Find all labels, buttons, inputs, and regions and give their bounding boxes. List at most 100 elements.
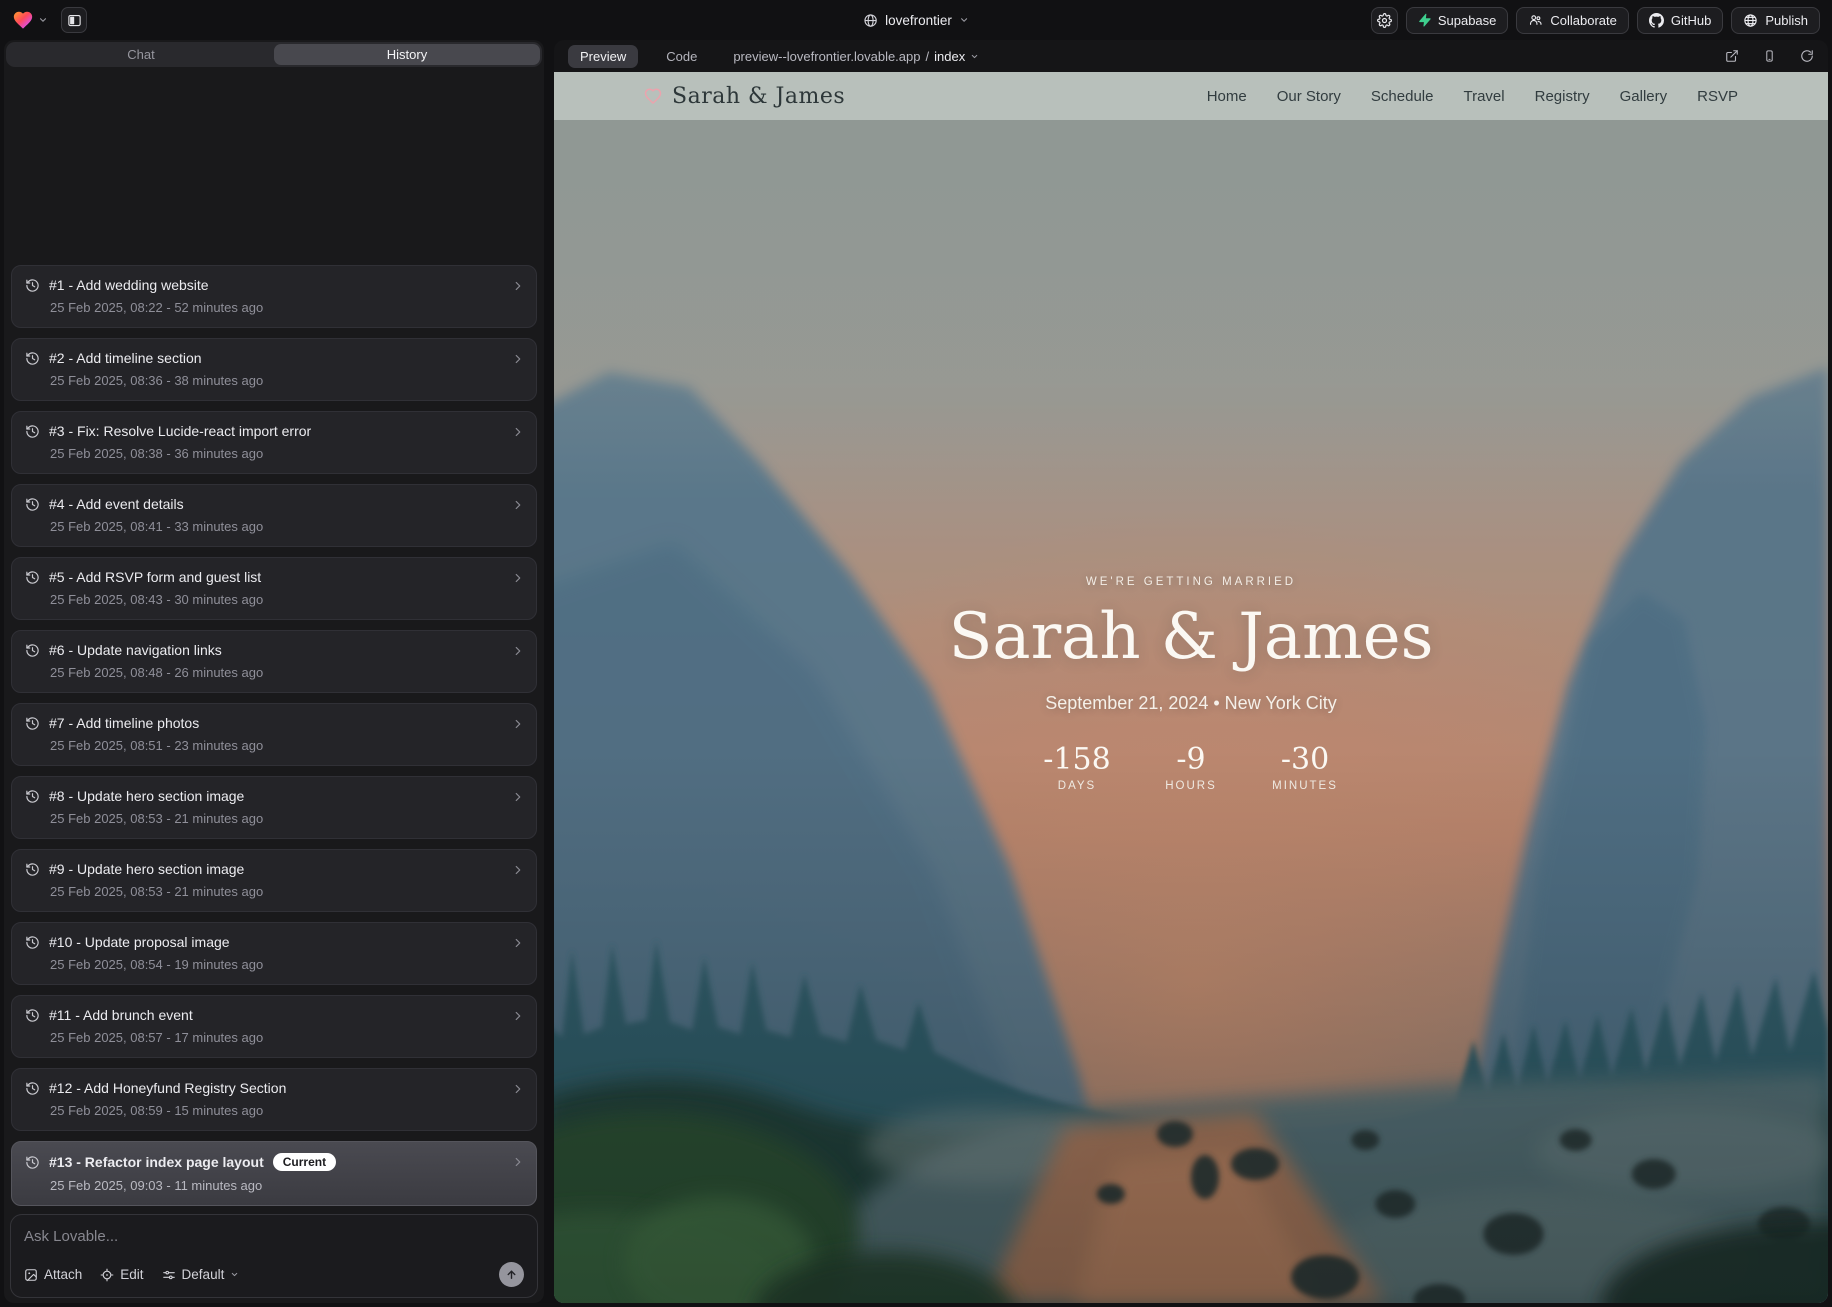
- chat-history-panel: Chat History #1 - Add wedding website 25…: [4, 40, 544, 1303]
- refresh-icon[interactable]: [1800, 49, 1814, 63]
- chevron-right-icon: [511, 936, 525, 950]
- history-item[interactable]: #13 - Refactor index page layout Current…: [11, 1141, 537, 1206]
- preview-toolbar: Preview Code preview--lovefrontier.lovab…: [554, 40, 1828, 72]
- nav-link-rsvp[interactable]: RSVP: [1697, 88, 1738, 105]
- history-item-timestamp: 25 Feb 2025, 08:57 - 17 minutes ago: [50, 1030, 502, 1045]
- chevron-right-icon: [511, 863, 525, 877]
- arrow-up-icon: [505, 1268, 518, 1281]
- history-item[interactable]: #1 - Add wedding website 25 Feb 2025, 08…: [11, 265, 537, 328]
- history-item-title: #11 - Add brunch event: [49, 1007, 193, 1023]
- chevron-right-icon: [511, 717, 525, 731]
- nav-link-our-story[interactable]: Our Story: [1277, 88, 1341, 105]
- globe-icon: [863, 13, 878, 28]
- publish-label: Publish: [1765, 13, 1808, 28]
- edit-select-button[interactable]: Edit: [100, 1267, 143, 1282]
- attach-button[interactable]: Attach: [24, 1267, 82, 1282]
- nav-link-home[interactable]: Home: [1207, 88, 1247, 105]
- history-icon: [25, 643, 40, 658]
- site-logo[interactable]: Sarah & James: [644, 84, 845, 109]
- history-item[interactable]: #6 - Update navigation links 25 Feb 2025…: [11, 630, 537, 693]
- tab-code[interactable]: Code: [654, 45, 709, 68]
- history-item-timestamp: 25 Feb 2025, 08:53 - 21 minutes ago: [50, 811, 502, 826]
- history-item[interactable]: #10 - Update proposal image 25 Feb 2025,…: [11, 922, 537, 985]
- history-item-title: #7 - Add timeline photos: [49, 715, 199, 731]
- wedding-site-preview: Sarah & James Home Our Story Schedule Trave…: [554, 72, 1828, 1303]
- github-icon: [1649, 13, 1664, 28]
- collaborate-button[interactable]: Collaborate: [1516, 7, 1629, 34]
- settings-button[interactable]: [1371, 7, 1398, 34]
- history-item[interactable]: #3 - Fix: Resolve Lucide-react import er…: [11, 411, 537, 474]
- chevron-right-icon: [511, 644, 525, 658]
- users-icon: [1528, 13, 1543, 27]
- composer: Attach Edit: [10, 1214, 538, 1298]
- history-item[interactable]: #11 - Add brunch event 25 Feb 2025, 08:5…: [11, 995, 537, 1058]
- history-item[interactable]: #2 - Add timeline section 25 Feb 2025, 0…: [11, 338, 537, 401]
- countdown-cell: -158DAYS: [1041, 742, 1113, 792]
- history-item-timestamp: 25 Feb 2025, 08:48 - 26 minutes ago: [50, 665, 502, 680]
- chevron-right-icon: [511, 1082, 525, 1096]
- nav-link-registry[interactable]: Registry: [1535, 88, 1590, 105]
- history-icon: [25, 716, 40, 731]
- gear-icon: [1377, 13, 1392, 28]
- crosshair-icon: [100, 1268, 114, 1282]
- preview-url[interactable]: preview--lovefrontier.lovable.app / inde…: [733, 49, 979, 64]
- history-icon: [25, 789, 40, 804]
- history-icon: [25, 570, 40, 585]
- github-button[interactable]: GitHub: [1637, 7, 1723, 34]
- history-item-title: #1 - Add wedding website: [49, 277, 209, 293]
- project-switcher[interactable]: lovefrontier: [863, 0, 969, 40]
- url-host: preview--lovefrontier.lovable.app: [733, 49, 920, 64]
- history-item-timestamp: 25 Feb 2025, 09:03 - 11 minutes ago: [50, 1178, 502, 1193]
- history-item-title: #12 - Add Honeyfund Registry Section: [49, 1080, 286, 1096]
- history-item[interactable]: #7 - Add timeline photos 25 Feb 2025, 08…: [11, 703, 537, 766]
- history-item[interactable]: #5 - Add RSVP form and guest list 25 Feb…: [11, 557, 537, 620]
- hero-eyebrow: WE'RE GETTING MARRIED: [741, 576, 1641, 588]
- tab-preview[interactable]: Preview: [568, 45, 638, 68]
- lovable-logo-menu[interactable]: [12, 9, 48, 31]
- tab-chat[interactable]: Chat: [8, 44, 274, 65]
- history-item-timestamp: 25 Feb 2025, 08:38 - 36 minutes ago: [50, 446, 502, 461]
- project-name: lovefrontier: [885, 13, 952, 28]
- nav-link-travel[interactable]: Travel: [1463, 88, 1504, 105]
- history-icon: [25, 1081, 40, 1096]
- publish-button[interactable]: Publish: [1731, 7, 1820, 34]
- history-item-title: #5 - Add RSVP form and guest list: [49, 569, 261, 585]
- open-external-icon[interactable]: [1725, 49, 1739, 63]
- history-item-timestamp: 25 Feb 2025, 08:59 - 15 minutes ago: [50, 1103, 502, 1118]
- nav-link-gallery[interactable]: Gallery: [1620, 88, 1668, 105]
- tab-history[interactable]: History: [274, 44, 540, 65]
- mode-select[interactable]: Default: [162, 1267, 240, 1282]
- supabase-button[interactable]: Supabase: [1406, 7, 1509, 34]
- nav-link-schedule[interactable]: Schedule: [1371, 88, 1434, 105]
- chevron-down-icon: [38, 15, 48, 25]
- mobile-view-icon[interactable]: [1763, 49, 1776, 63]
- hero-title: Sarah & James: [741, 604, 1641, 671]
- history-item-title: #3 - Fix: Resolve Lucide-react import er…: [49, 423, 311, 439]
- history-item[interactable]: #9 - Update hero section image 25 Feb 20…: [11, 849, 537, 912]
- preview-panel: Preview Code preview--lovefrontier.lovab…: [554, 40, 1828, 1303]
- history-item-title: #8 - Update hero section image: [49, 788, 244, 804]
- history-list: #1 - Add wedding website 25 Feb 2025, 08…: [4, 67, 544, 1210]
- send-button[interactable]: [499, 1262, 524, 1287]
- history-item-timestamp: 25 Feb 2025, 08:36 - 38 minutes ago: [50, 373, 502, 388]
- history-item-title: #10 - Update proposal image: [49, 934, 230, 950]
- chevron-right-icon: [511, 352, 525, 366]
- history-item[interactable]: #4 - Add event details 25 Feb 2025, 08:4…: [11, 484, 537, 547]
- hero-date-location: September 21, 2024 • New York City: [741, 693, 1641, 714]
- hero-section: WE'RE GETTING MARRIED Sarah & James Sept…: [741, 576, 1641, 792]
- ask-lovable-input[interactable]: [24, 1228, 524, 1245]
- supabase-label: Supabase: [1438, 13, 1497, 28]
- countdown: -158DAYS-9HOURS-30MINUTES: [741, 742, 1641, 792]
- panel-tabbar: Chat History: [6, 42, 542, 67]
- sidebar-toggle-button[interactable]: [61, 7, 87, 33]
- history-icon: [25, 278, 40, 293]
- countdown-label: HOURS: [1155, 780, 1227, 792]
- site-header: Sarah & James Home Our Story Schedule Trave…: [554, 72, 1828, 120]
- chevron-down-icon: [230, 1270, 239, 1279]
- history-item[interactable]: #8 - Update hero section image 25 Feb 20…: [11, 776, 537, 839]
- history-item-timestamp: 25 Feb 2025, 08:22 - 52 minutes ago: [50, 300, 502, 315]
- countdown-value: -9: [1155, 742, 1227, 777]
- history-item-title: #2 - Add timeline section: [49, 350, 202, 366]
- chevron-right-icon: [511, 1155, 525, 1169]
- history-item[interactable]: #12 - Add Honeyfund Registry Section 25 …: [11, 1068, 537, 1131]
